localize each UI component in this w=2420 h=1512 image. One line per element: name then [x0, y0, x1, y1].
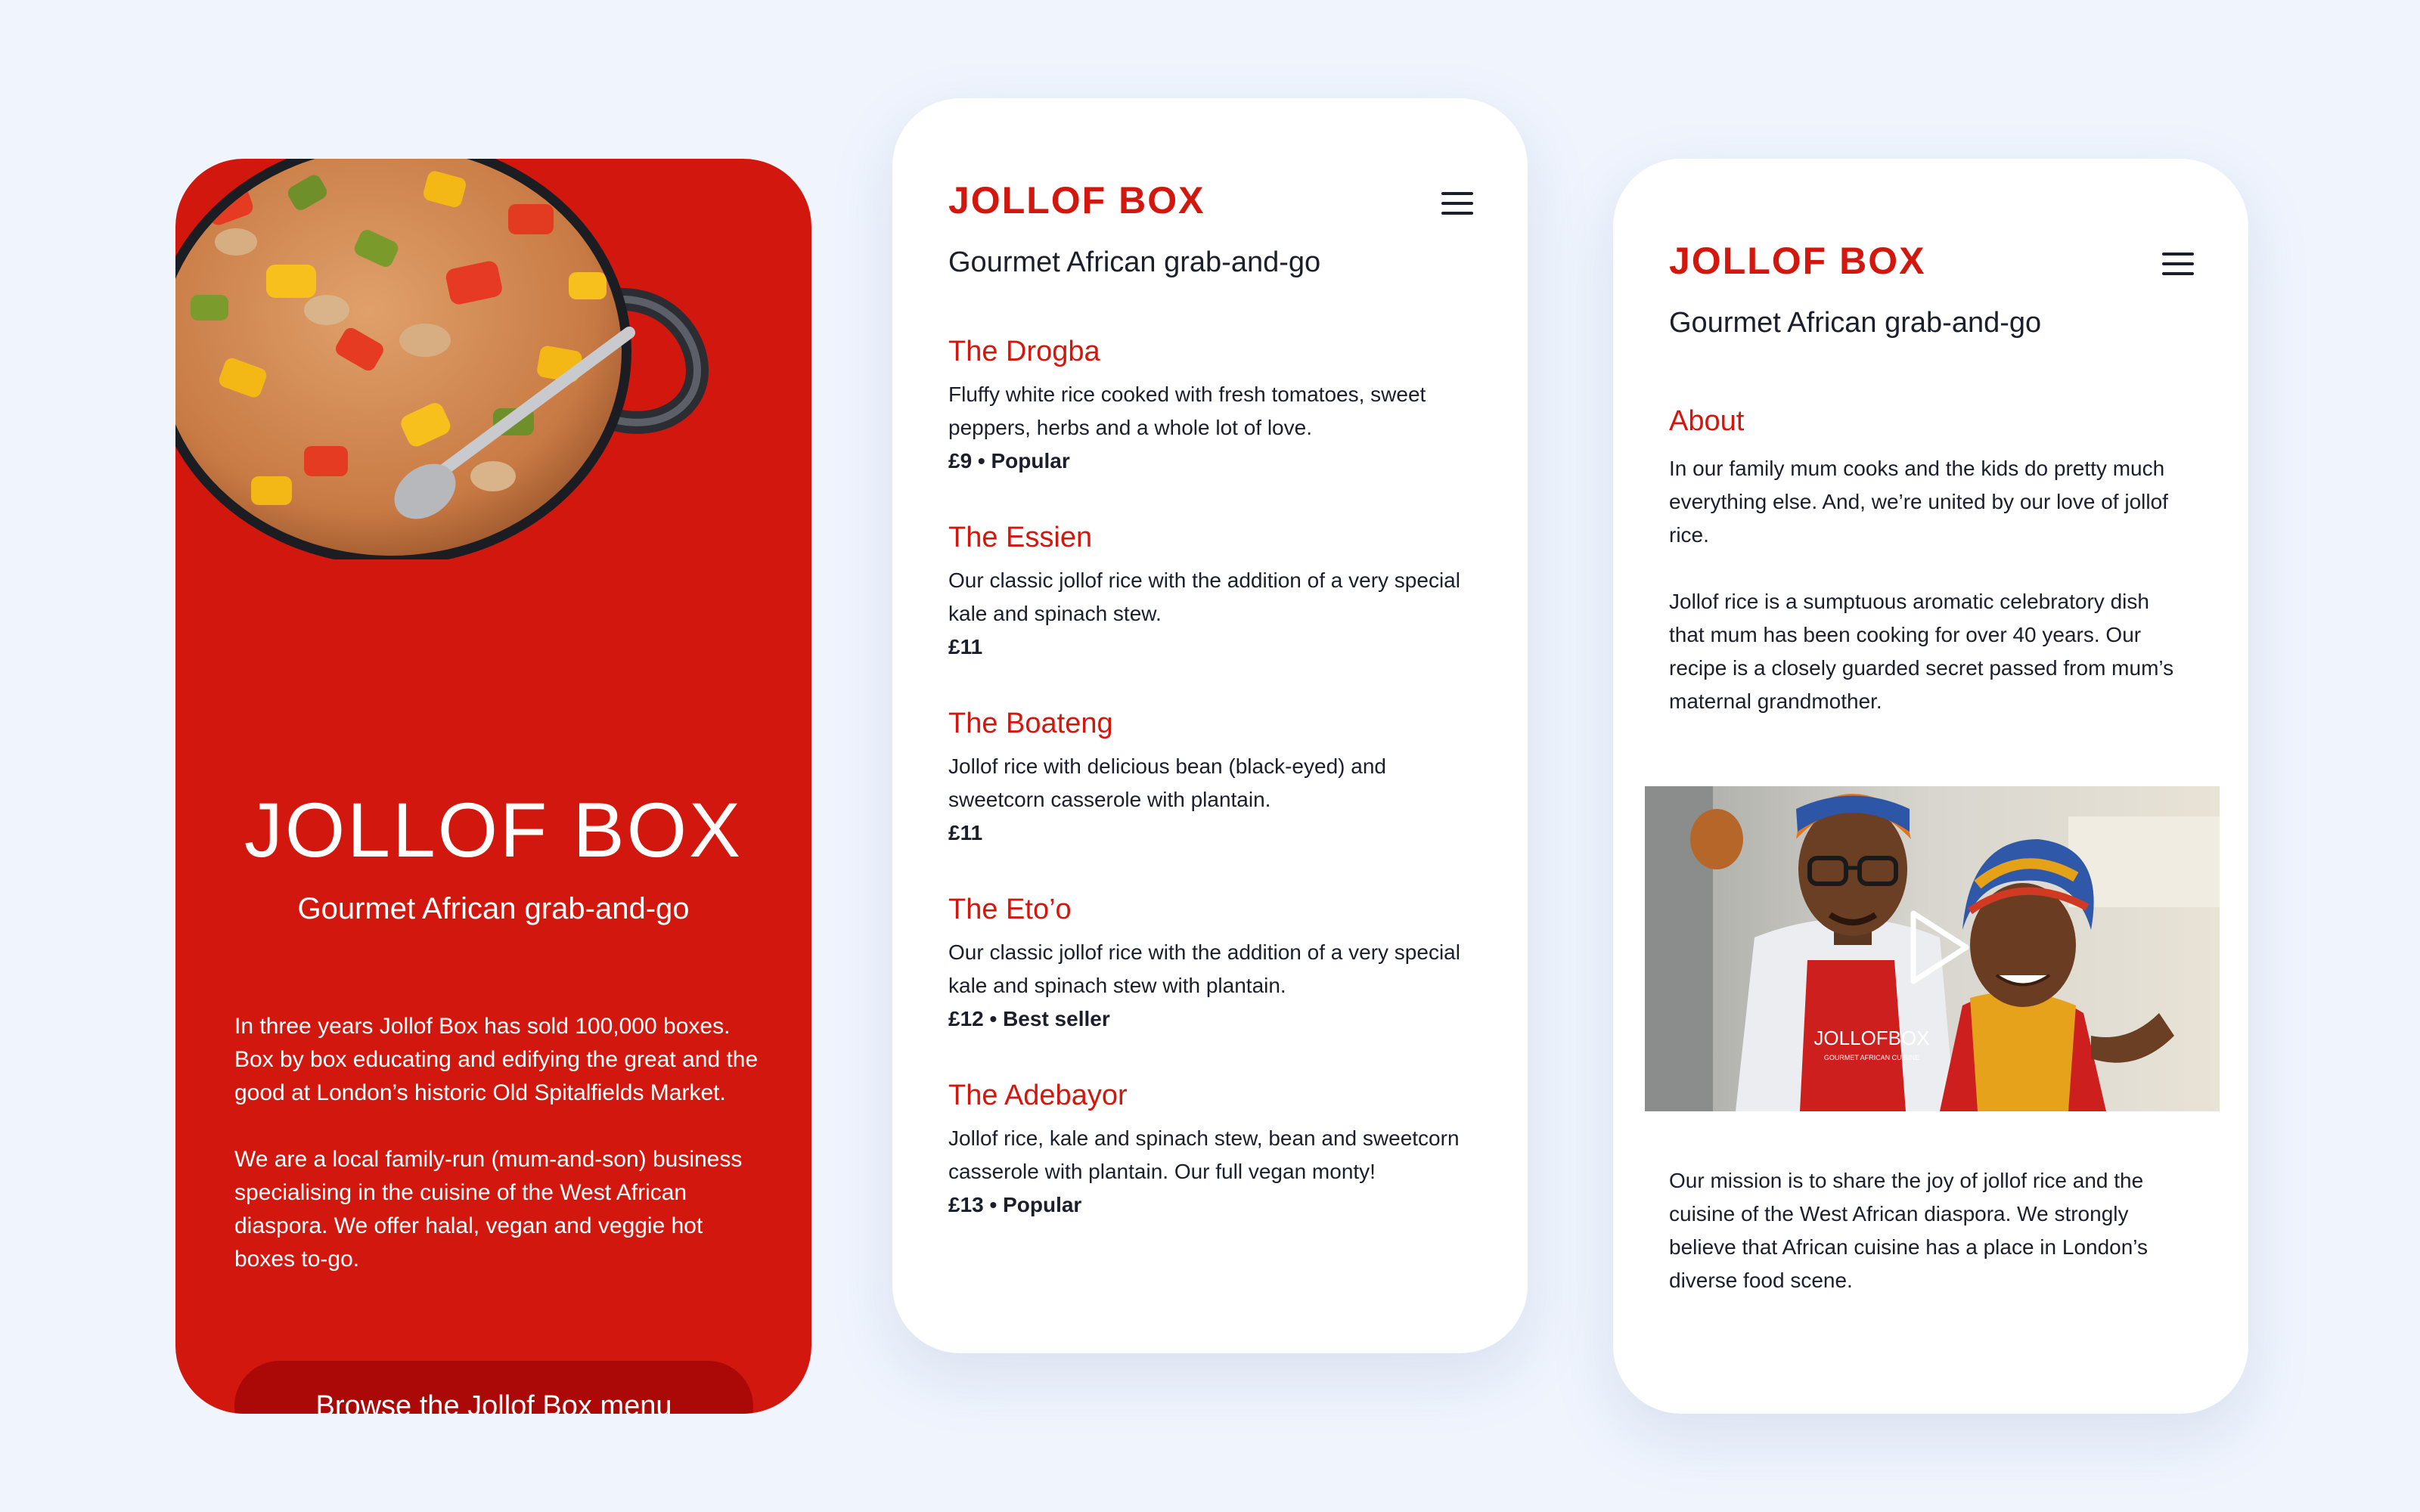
menu-item-description: Jollof rice with delicious bean (black-e… [948, 754, 1386, 811]
menu-item[interactable]: The Essien Our classic jollof rice with … [948, 519, 1478, 705]
about-video[interactable]: JOLLOFBOX GOURMET AFRICAN CUISINE [1645, 786, 2220, 1111]
menu-item-price: £11 [948, 821, 983, 844]
menu-item-name: The Adebayor [948, 1080, 1128, 1111]
menu-item-name: The Essien [948, 522, 1093, 553]
browse-menu-button[interactable]: Browse the Jollof Box menu [234, 1361, 753, 1414]
landing-tagline: Gourmet African grab-and-go [297, 892, 690, 925]
brand-logo[interactable]: JOLLOF BOX [948, 178, 1205, 222]
hamburger-icon[interactable] [2162, 253, 2194, 275]
hamburger-icon[interactable] [1441, 192, 1473, 215]
menu-item[interactable]: The Eto’o Our classic jollof rice with t… [948, 891, 1478, 1077]
landing-screen: JOLLOF BOX Gourmet African grab-and-go I… [175, 159, 811, 1414]
hero-food-image [175, 159, 720, 559]
menu-item-name: The Drogba [948, 336, 1100, 367]
about-paragraph: Our mission is to share the joy of jollo… [1669, 1169, 2149, 1292]
landing-paragraph: We are a local family-run (mum-and-son) … [234, 1147, 743, 1272]
menu-item-price: £12 • Best seller [948, 1007, 1110, 1030]
menu-item-description: Our classic jollof rice with the additio… [948, 940, 1460, 997]
brand-logo[interactable]: JOLLOF BOX [1669, 239, 1925, 283]
menu-item[interactable]: The Boateng Jollof rice with delicious b… [948, 705, 1478, 891]
landing-title: JOLLOF BOX [244, 787, 743, 873]
menu-list: The Drogba Fluffy white rice cooked with… [948, 333, 1478, 1263]
brand-tagline: Gourmet African grab-and-go [1669, 307, 2042, 339]
about-heading: About [1669, 405, 1745, 437]
menu-item-description: Fluffy white rice cooked with fresh toma… [948, 383, 1426, 439]
menu-item-price: £11 [948, 635, 983, 658]
menu-item-name: The Boateng [948, 708, 1113, 739]
menu-item-price: £13 • Popular [948, 1193, 1082, 1216]
apron-subtext: GOURMET AFRICAN CUISINE [1824, 1054, 1919, 1061]
menu-item[interactable]: The Adebayor Jollof rice, kale and spina… [948, 1077, 1478, 1263]
about-paragraph: Jollof rice is a sumptuous aromatic cele… [1669, 590, 2174, 713]
menu-item-price: £9 • Popular [948, 449, 1070, 472]
menu-screen: JOLLOF BOX Gourmet African grab-and-go T… [892, 98, 1528, 1353]
brand-tagline: Gourmet African grab-and-go [948, 246, 1321, 278]
menu-item[interactable]: The Drogba Fluffy white rice cooked with… [948, 333, 1478, 519]
about-paragraph: In our family mum cooks and the kids do … [1669, 457, 2168, 547]
menu-item-description: Our classic jollof rice with the additio… [948, 569, 1460, 625]
menu-item-description: Jollof rice, kale and spinach stew, bean… [948, 1126, 1460, 1183]
about-screen: JOLLOF BOX Gourmet African grab-and-go A… [1613, 159, 2248, 1414]
landing-paragraph: In three years Jollof Box has sold 100,0… [234, 1014, 759, 1105]
apron-logo-text: JOLLOFBOX [1813, 1027, 1929, 1049]
menu-item-name: The Eto’o [948, 894, 1072, 925]
